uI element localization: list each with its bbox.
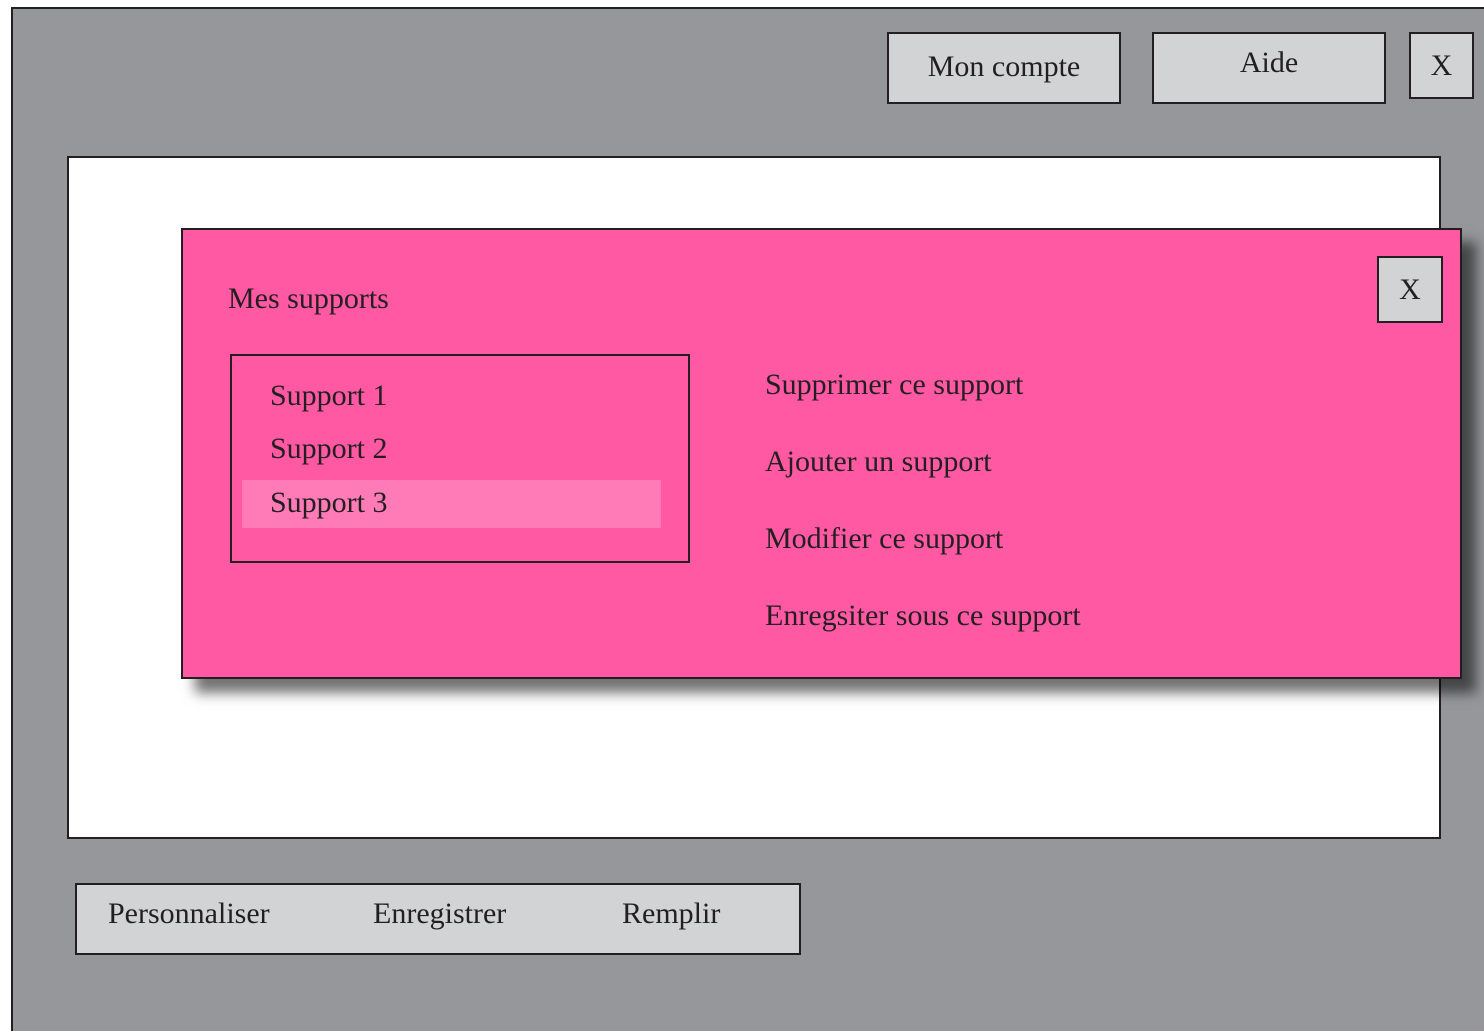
support-list-item[interactable]: Support 2 bbox=[242, 426, 661, 474]
my-account-button[interactable]: Mon compte bbox=[887, 32, 1121, 104]
help-button[interactable]: Aide bbox=[1152, 32, 1386, 104]
customize-button[interactable]: Personnaliser bbox=[108, 897, 270, 931]
edit-support-link[interactable]: Modifier ce support bbox=[765, 522, 1003, 556]
add-support-link[interactable]: Ajouter un support bbox=[765, 445, 992, 479]
save-button[interactable]: Enregistrer bbox=[373, 897, 506, 931]
supports-dialog: Mes supports X Support 1 Support 2 Suppo… bbox=[181, 228, 1462, 679]
save-as-support-link[interactable]: Enregsiter sous ce support bbox=[765, 599, 1081, 633]
dialog-title: Mes supports bbox=[228, 282, 389, 315]
bottom-toolbar: Personnaliser Enregistrer Remplir bbox=[75, 883, 801, 955]
fill-button[interactable]: Remplir bbox=[622, 897, 720, 931]
support-list: Support 1 Support 2 Support 3 bbox=[230, 354, 690, 563]
close-dialog-button[interactable]: X bbox=[1377, 256, 1443, 323]
support-list-item[interactable]: Support 1 bbox=[242, 373, 661, 421]
support-list-item-selected[interactable]: Support 3 bbox=[242, 480, 661, 528]
delete-support-link[interactable]: Supprimer ce support bbox=[765, 368, 1023, 402]
close-app-button[interactable]: X bbox=[1409, 32, 1474, 99]
